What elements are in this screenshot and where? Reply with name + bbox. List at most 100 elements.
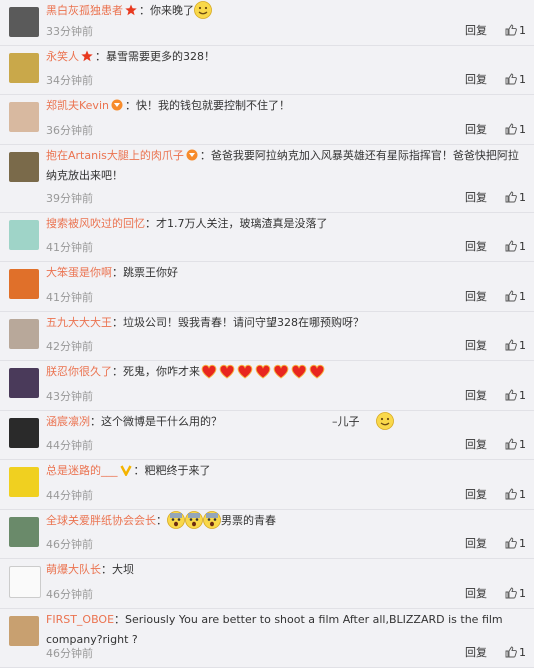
- comment-actions: 回复 1: [465, 337, 526, 353]
- like-count: 1: [519, 290, 526, 303]
- avatar[interactable]: [9, 566, 41, 598]
- comment-item: 五九大大大王：垃圾公司！毁我青春！请问守望328在哪预购呀？ 42分钟前 回复 1: [0, 312, 534, 361]
- reply-button[interactable]: 回复: [465, 488, 487, 501]
- comment-body: 永笑人 ：暴雪需要更多的328！: [46, 47, 524, 67]
- username-link[interactable]: 全球关爱胖纸协会会长: [46, 514, 156, 527]
- like-button[interactable]: 1: [505, 191, 526, 204]
- avatar[interactable]: [9, 53, 39, 83]
- thumbs-up-icon[interactable]: [505, 438, 517, 450]
- comment-text: ：: [156, 514, 167, 527]
- like-button[interactable]: 1: [505, 438, 526, 451]
- like-count: 1: [519, 389, 526, 402]
- like-button[interactable]: 1: [505, 537, 526, 550]
- reply-button[interactable]: 回复: [465, 123, 487, 136]
- comment-timestamp: 42分钟前: [46, 340, 93, 353]
- comment-actions: 回复 1: [465, 288, 526, 304]
- username-link[interactable]: 萌爆大队长: [46, 563, 101, 576]
- avatar[interactable]: [9, 269, 39, 299]
- like-button[interactable]: 1: [505, 290, 526, 303]
- like-count: 1: [519, 191, 526, 204]
- reply-button[interactable]: 回复: [465, 339, 487, 352]
- username-link[interactable]: 大笨蛋是你啊: [46, 266, 112, 279]
- comment-item: 萌爆大队长：大坝 46分钟前 回复 1: [0, 559, 534, 609]
- like-button[interactable]: 1: [505, 123, 526, 136]
- like-button[interactable]: 1: [505, 24, 526, 37]
- reply-button[interactable]: 回复: [465, 389, 487, 402]
- reply-button[interactable]: 回复: [465, 191, 487, 204]
- comment-actions: 回复 1: [465, 436, 526, 452]
- comment-text: ：死鬼，你咋才来: [112, 365, 200, 378]
- avatar[interactable]: [9, 220, 39, 250]
- username-link[interactable]: FIRST_OBOE: [46, 613, 114, 626]
- reply-button[interactable]: 回复: [465, 646, 487, 659]
- comment-item: 郑凯夫Kevin ：快！我的钱包就要控制不住了！ 36分钟前 回复 1: [0, 95, 534, 145]
- reply-button[interactable]: 回复: [465, 73, 487, 86]
- thumbs-up-icon[interactable]: [505, 537, 517, 549]
- comment-body: 黑白灰孤独患者 ：你来晚了: [46, 1, 524, 21]
- comment-item: 涵宸凛冽：这个微博是干什么用的？ –儿子 44分钟前 回复 1: [0, 411, 534, 460]
- thumbs-up-icon[interactable]: [505, 339, 517, 351]
- comment-text: ：垃圾公司！毁我青春！请问守望328在哪预购呀？: [112, 316, 364, 329]
- like-count: 1: [519, 488, 526, 501]
- like-button[interactable]: 1: [505, 389, 526, 402]
- comment-actions: 回复 1: [465, 486, 526, 502]
- username-link[interactable]: 永笑人: [46, 50, 79, 63]
- username-link[interactable]: 搜索被风吹过的回忆: [46, 217, 145, 230]
- like-count: 1: [519, 73, 526, 86]
- comment-timestamp: 44分钟前: [46, 439, 93, 452]
- reply-button[interactable]: 回复: [465, 537, 487, 550]
- comment-timestamp: 34分钟前: [46, 74, 93, 87]
- comment-item: 抱在Artanis大腿上的肉爪子 ：爸爸我要阿拉纳克加入风暴英雄还有星际指挥官！爸…: [0, 145, 534, 213]
- avatar[interactable]: [9, 418, 39, 448]
- like-button[interactable]: 1: [505, 646, 526, 659]
- username-link[interactable]: 总是迷路的___: [46, 464, 118, 477]
- avatar[interactable]: [9, 517, 39, 547]
- username-link[interactable]: 黑白灰孤独患者: [46, 4, 123, 17]
- thumbs-up-icon[interactable]: [505, 646, 517, 658]
- comment-body: 郑凯夫Kevin ：快！我的钱包就要控制不住了！: [46, 96, 524, 116]
- like-button[interactable]: 1: [505, 587, 526, 600]
- comment-item: 黑白灰孤独患者 ：你来晚了 33分钟前 回复 1: [0, 0, 534, 46]
- comment-item: 搜索被风吹过的回忆：才1.7万人关注，玻璃渣真是没落了 41分钟前 回复 1: [0, 213, 534, 262]
- username-link[interactable]: 朕忍你很久了: [46, 365, 112, 378]
- like-button[interactable]: 1: [505, 339, 526, 352]
- like-button[interactable]: 1: [505, 488, 526, 501]
- avatar[interactable]: [9, 467, 39, 497]
- thumbs-up-icon[interactable]: [505, 191, 517, 203]
- avatar[interactable]: [9, 102, 39, 132]
- avatar[interactable]: [9, 7, 39, 37]
- thumbs-up-icon[interactable]: [505, 290, 517, 302]
- thumbs-up-icon[interactable]: [505, 123, 517, 135]
- comment-body: 抱在Artanis大腿上的肉爪子 ：爸爸我要阿拉纳克加入风暴英雄还有星际指挥官！爸…: [46, 146, 524, 186]
- vip-badge-icon: [186, 149, 198, 161]
- comment-item: 朕忍你很久了：死鬼，你咋才来 43分钟前 回复 1: [0, 361, 534, 411]
- username-link[interactable]: 涵宸凛冽: [46, 415, 90, 428]
- comment-actions: 回复 1: [465, 71, 526, 87]
- reply-button[interactable]: 回复: [465, 587, 487, 600]
- like-button[interactable]: 1: [505, 73, 526, 86]
- username-link[interactable]: 五九大大大王: [46, 316, 112, 329]
- username-link[interactable]: 抱在Artanis大腿上的肉爪子: [46, 149, 184, 162]
- reply-button[interactable]: 回复: [465, 240, 487, 253]
- thumbs-up-icon[interactable]: [505, 73, 517, 85]
- star-badge-icon: [81, 50, 93, 62]
- thumbs-up-icon[interactable]: [505, 240, 517, 252]
- thumbs-up-icon[interactable]: [505, 488, 517, 500]
- comment-text: ：快！我的钱包就要控制不住了！: [124, 99, 290, 112]
- avatar[interactable]: [9, 152, 39, 182]
- comment-timestamp: 44分钟前: [46, 489, 93, 502]
- reply-button[interactable]: 回复: [465, 24, 487, 37]
- reply-button[interactable]: 回复: [465, 290, 487, 303]
- avatar[interactable]: [9, 319, 39, 349]
- reply-button[interactable]: 回复: [465, 438, 487, 451]
- like-button[interactable]: 1: [505, 240, 526, 253]
- thumbs-up-icon[interactable]: [505, 587, 517, 599]
- thumbs-up-icon[interactable]: [505, 389, 517, 401]
- avatar[interactable]: [9, 368, 39, 398]
- thumbs-up-icon[interactable]: [505, 24, 517, 36]
- username-link[interactable]: 郑凯夫Kevin: [46, 99, 109, 112]
- comment-body: 搜索被风吹过的回忆：才1.7万人关注，玻璃渣真是没落了: [46, 214, 524, 234]
- avatar[interactable]: [9, 616, 39, 646]
- like-count: 1: [519, 24, 526, 37]
- comment-body: 五九大大大王：垃圾公司！毁我青春！请问守望328在哪预购呀？: [46, 313, 524, 333]
